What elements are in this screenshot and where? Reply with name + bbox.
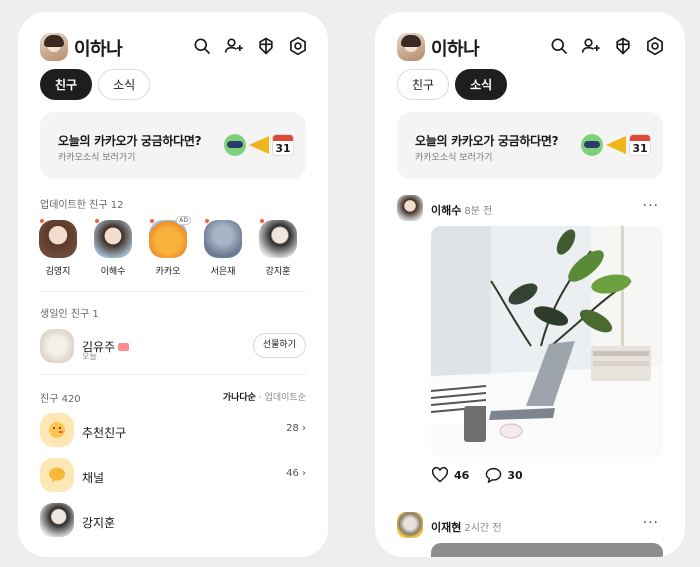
- cake-icon: [118, 343, 130, 351]
- update-dot: [260, 219, 264, 223]
- calendar-icon: 31: [272, 134, 294, 156]
- header: 이하나: [375, 32, 685, 64]
- kakao-avatar: AD: [149, 216, 191, 258]
- updated-friend-item[interactable]: AD 카카오: [148, 216, 191, 277]
- megaphone-icon: [606, 136, 626, 154]
- row-label: 채널: [82, 471, 105, 485]
- birthday-label: 생일인 친구 1: [40, 309, 99, 320]
- my-name: 이하나: [431, 39, 480, 60]
- update-dot: [150, 219, 154, 223]
- row-count: 28 ›: [286, 423, 306, 434]
- settings-icon[interactable]: [645, 36, 665, 56]
- recommend-icon: [40, 413, 74, 447]
- comment-icon: [486, 467, 502, 483]
- updated-friend-item[interactable]: 김영지: [38, 219, 78, 277]
- friend-avatar: [204, 219, 242, 258]
- post-time: 8분 전: [464, 206, 493, 217]
- tab-news[interactable]: 소식: [98, 69, 151, 100]
- header: 이하나: [18, 32, 328, 64]
- add-friend-icon[interactable]: [224, 36, 244, 56]
- banner-subtitle: 카카오소식 보러가기: [58, 153, 136, 163]
- post-author[interactable]: 이해수: [431, 204, 461, 217]
- gift-icon[interactable]: [613, 36, 633, 56]
- friend-avatar: [40, 329, 74, 363]
- updated-friends-label: 업데이트한 친구 12: [40, 200, 124, 211]
- more-options-icon[interactable]: ···: [643, 198, 659, 214]
- updated-friend-item[interactable]: 강지훈: [258, 219, 298, 277]
- sort-separator: ·: [258, 393, 262, 403]
- search-icon[interactable]: [549, 36, 569, 56]
- friend-avatar: [39, 219, 77, 258]
- sort-by-update[interactable]: 업데이트순: [265, 393, 306, 403]
- send-gift-button[interactable]: 선물하기: [252, 333, 306, 358]
- add-friend-icon[interactable]: [581, 36, 601, 56]
- search-icon[interactable]: [192, 36, 212, 56]
- news-screen: 이하나 친구 소식 오늘의 카카오가 궁금하다면? 카카오소식 보러가기 31 …: [375, 12, 685, 557]
- calendar-icon: 31: [629, 134, 651, 156]
- sort-by-name[interactable]: 가나다순: [223, 393, 256, 403]
- birthday-friend-row[interactable]: 김유주 오늘 선물하기: [40, 329, 306, 365]
- updated-friends-list: 김영지 이해수 AD 카카오 서은재 강지훈: [38, 216, 298, 277]
- comment-count: 30: [507, 468, 523, 482]
- row-label: 추천친구: [82, 426, 127, 440]
- recommended-friends-row[interactable]: 추천친구 28 ›: [40, 413, 306, 449]
- ad-badge: AD: [176, 216, 191, 225]
- heart-icon: [431, 467, 449, 483]
- row-count: 46 ›: [286, 468, 306, 479]
- like-button[interactable]: 46: [431, 467, 469, 483]
- post-author[interactable]: 이재현: [431, 521, 461, 534]
- post-header: 이재현 2시간 전 ···: [397, 512, 663, 540]
- friend-name: 김영지: [45, 267, 71, 277]
- updated-friend-item[interactable]: 이해수: [93, 219, 133, 277]
- alien-icon: [224, 134, 246, 156]
- tab-news[interactable]: 소식: [455, 69, 508, 100]
- my-avatar[interactable]: [397, 33, 425, 61]
- update-dot: [40, 219, 44, 223]
- kakao-news-banner[interactable]: 오늘의 카카오가 궁금하다면? 카카오소식 보러가기 31: [40, 112, 306, 179]
- post-photo[interactable]: [431, 226, 663, 457]
- friends-count-label: 친구 420: [40, 394, 81, 405]
- friend-name: 서은재: [210, 267, 236, 277]
- divider: [40, 374, 306, 375]
- kakao-news-banner[interactable]: 오늘의 카카오가 궁금하다면? 카카오소식 보러가기 31: [397, 112, 663, 179]
- author-avatar[interactable]: [397, 512, 423, 538]
- post-time: 2시간 전: [464, 523, 502, 534]
- friend-row[interactable]: 강지훈: [40, 503, 306, 539]
- birthday-date: 오늘: [82, 352, 97, 361]
- channel-row[interactable]: 채널 46 ›: [40, 458, 306, 494]
- desk-plant-photo: [431, 226, 663, 457]
- my-name: 이하나: [74, 39, 123, 60]
- banner-subtitle: 카카오소식 보러가기: [415, 153, 493, 163]
- friend-avatar: [259, 219, 297, 258]
- post-header: 이해수 8분 전 ···: [397, 195, 663, 223]
- update-dot: [205, 219, 209, 223]
- banner-title: 오늘의 카카오가 궁금하다면?: [58, 134, 202, 148]
- sort-options: 가나다순 · 업데이트순: [223, 390, 306, 403]
- friend-name: 카카오: [155, 267, 181, 277]
- divider: [40, 291, 306, 292]
- friends-screen: 이하나 친구 소식 오늘의 카카오가 궁금하다면? 카카오소식 보러가기 31 …: [18, 12, 328, 557]
- more-options-icon[interactable]: ···: [643, 515, 659, 531]
- comment-button[interactable]: 30: [485, 467, 523, 483]
- friend-name: 강지훈: [265, 267, 291, 277]
- post-photo[interactable]: [431, 543, 663, 557]
- friend-avatar: [94, 219, 132, 258]
- friend-name: 강지훈: [82, 516, 116, 530]
- post-actions: 46 30: [431, 467, 523, 483]
- updated-friend-item[interactable]: 서은재: [203, 219, 243, 277]
- tab-friends[interactable]: 친구: [397, 69, 450, 100]
- my-avatar[interactable]: [40, 33, 68, 61]
- gift-icon[interactable]: [256, 36, 276, 56]
- megaphone-icon: [249, 136, 269, 154]
- like-count: 46: [454, 468, 470, 482]
- settings-icon[interactable]: [288, 36, 308, 56]
- update-dot: [95, 219, 99, 223]
- banner-title: 오늘의 카카오가 궁금하다면?: [415, 134, 559, 148]
- channel-icon: [40, 458, 74, 492]
- author-avatar[interactable]: [397, 195, 423, 221]
- alien-icon: [581, 134, 603, 156]
- friend-avatar: [40, 503, 74, 537]
- friend-name: 이해수: [100, 267, 126, 277]
- tab-friends[interactable]: 친구: [40, 69, 93, 100]
